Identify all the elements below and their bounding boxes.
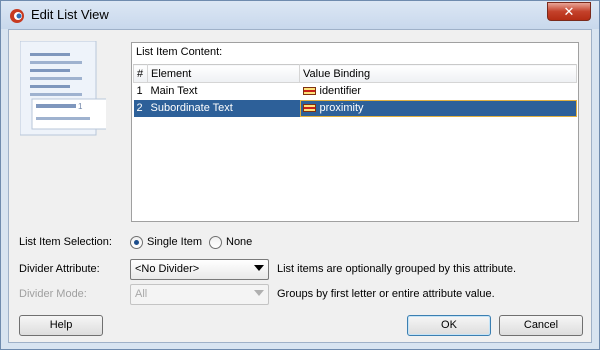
list-item-content-table: # Element Value Binding 1 Main Text iden…: [133, 64, 577, 117]
divider-attribute-select[interactable]: <No Divider>: [130, 259, 269, 280]
divider-attribute-hint: List items are optionally grouped by thi…: [277, 263, 517, 275]
list-preview-illustration: 1 2: [20, 41, 106, 136]
divider-mode-select[interactable]: All: [130, 284, 269, 305]
row-value-binding[interactable]: proximity: [299, 99, 577, 117]
none-radio-label[interactable]: None: [226, 236, 252, 248]
single-item-radio-label[interactable]: Single Item: [147, 236, 202, 248]
row-element[interactable]: Main Text: [148, 83, 300, 100]
divider-mode-label: Divider Mode:: [19, 288, 87, 300]
attribute-binding-icon: [302, 104, 316, 113]
divider-mode-hint: Groups by first letter or entire attribu…: [277, 288, 495, 300]
close-button[interactable]: ✕: [547, 2, 591, 21]
row-number: 1: [136, 85, 143, 98]
divider-mode-value: All: [135, 288, 148, 300]
column-header-number[interactable]: #: [133, 64, 148, 83]
oracle-app-icon: [10, 9, 24, 23]
table-row[interactable]: 1 Main Text identifier: [134, 83, 577, 100]
chevron-down-icon: [254, 290, 264, 296]
list-item-selection-label: List Item Selection:: [19, 236, 112, 248]
cancel-button[interactable]: Cancel: [499, 315, 583, 336]
list-item-content-panel: List Item Content: # Element Value Bindi…: [131, 42, 579, 222]
row-value-binding-text: identifier: [319, 85, 362, 98]
column-header-element[interactable]: Element: [147, 64, 300, 83]
row-value-binding-text: proximity: [319, 102, 364, 114]
row-element[interactable]: Subordinate Text: [147, 99, 300, 117]
single-item-radio[interactable]: [130, 236, 143, 249]
table-row[interactable]: 2 Subordinate Text proximity: [133, 99, 577, 117]
preview-row1-number: 1: [78, 102, 83, 111]
close-icon: ✕: [563, 4, 575, 19]
dialog-body: 1 2 List Item Content: # Element Value B…: [8, 29, 592, 343]
none-radio[interactable]: [209, 236, 222, 249]
attribute-binding-icon: [302, 87, 316, 96]
column-header-value-binding[interactable]: Value Binding: [299, 64, 577, 83]
divider-attribute-label: Divider Attribute:: [19, 263, 100, 275]
window-title: Edit List View: [31, 7, 109, 22]
row-value-binding[interactable]: identifier: [300, 83, 577, 100]
edit-list-view-dialog: Edit List View ✕ 1 2 List Item Content:: [0, 0, 600, 350]
help-button[interactable]: Help: [19, 315, 103, 336]
divider-attribute-value: <No Divider>: [135, 263, 200, 275]
row-number: 2: [133, 99, 148, 117]
list-item-content-caption: List Item Content:: [136, 46, 223, 58]
title-bar: Edit List View ✕: [1, 1, 599, 29]
chevron-down-icon: [254, 265, 264, 271]
ok-button[interactable]: OK: [407, 315, 491, 336]
table-header-row: # Element Value Binding: [133, 64, 577, 83]
